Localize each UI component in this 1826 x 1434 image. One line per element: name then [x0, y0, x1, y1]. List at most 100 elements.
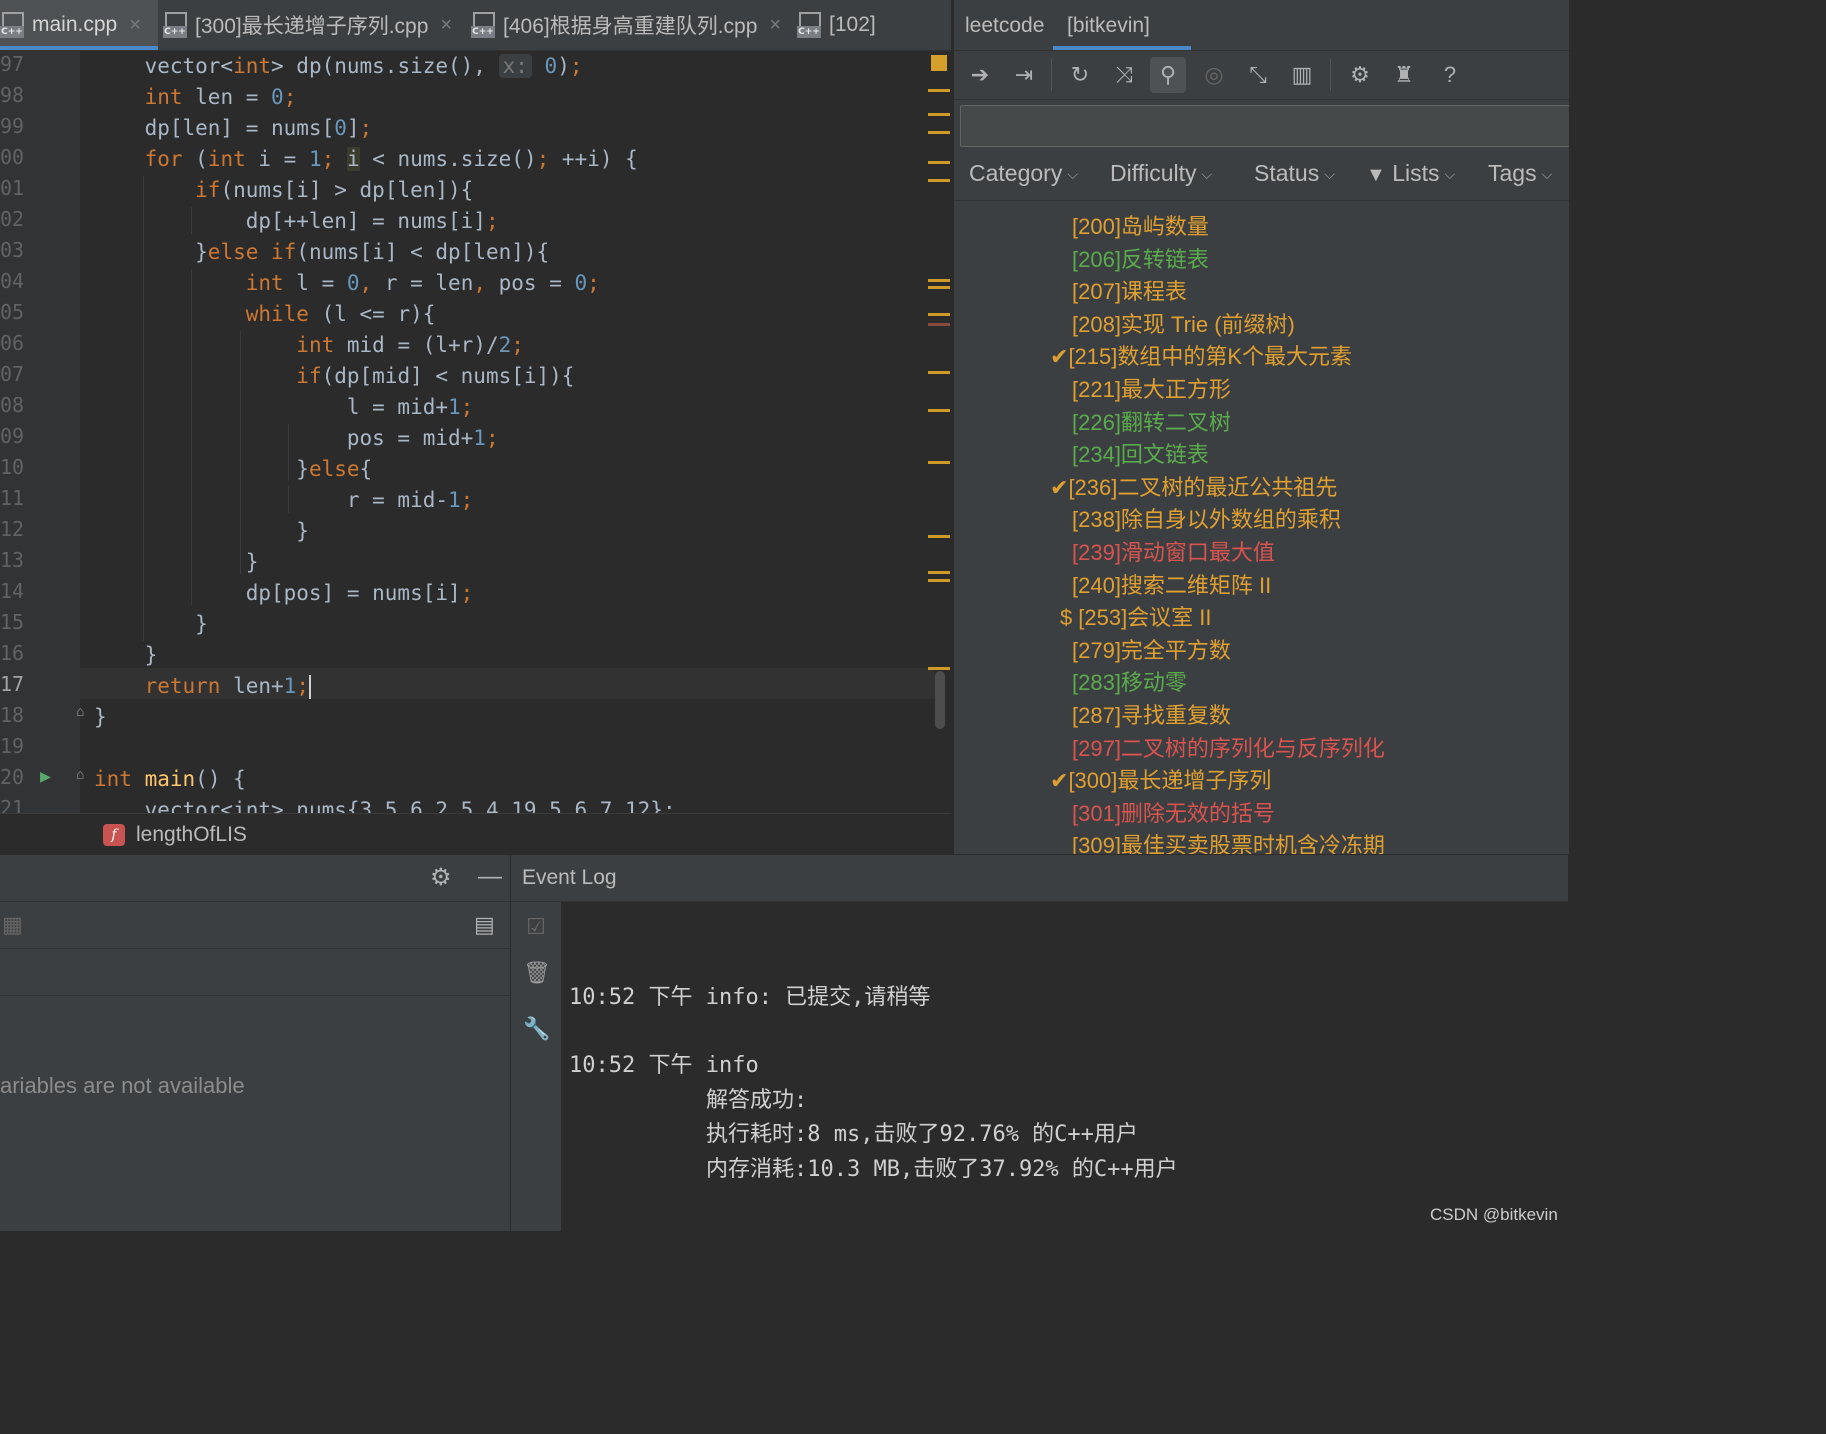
problem-item[interactable]: [309]最佳买卖股票时机含冷冻期: [1072, 828, 1385, 854]
problem-item[interactable]: [240]搜索二维矩阵 II: [1072, 568, 1271, 600]
line-number: 06: [0, 331, 25, 355]
problem-item[interactable]: [206]反转链表: [1072, 242, 1209, 274]
minimize-icon[interactable]: —: [478, 863, 502, 891]
problem-item[interactable]: [301]删除无效的括号: [1072, 796, 1275, 828]
line-number: 05: [0, 300, 25, 324]
problem-item[interactable]: [221]最大正方形: [1072, 372, 1231, 404]
problem-list[interactable]: [200]岛屿数量 [206]反转链表 [207]课程表 [208]实现 Trie (…: [954, 201, 1569, 854]
text-cursor: [308, 675, 311, 699]
code-line: dp[len] = nums[0];: [94, 116, 373, 140]
log-entry: 10:52 下午 info: 已提交,请稍等: [569, 985, 931, 1010]
close-icon[interactable]: ×: [440, 14, 452, 37]
problem-item[interactable]: [287]寻找重复数: [1072, 698, 1231, 730]
code-line: }: [94, 612, 208, 636]
problem-item[interactable]: [238]除自身以外数组的乘积: [1072, 502, 1341, 534]
run-icon[interactable]: ▶: [40, 766, 51, 787]
filter-lists[interactable]: ▼ Lists ⌵: [1366, 160, 1455, 187]
problem-search-input[interactable]: [960, 105, 1569, 147]
problem-item[interactable]: [283]移动零: [1072, 665, 1187, 697]
chevron-down-icon: ⌵: [1444, 166, 1456, 183]
chevron-down-icon: ⌵: [1324, 166, 1335, 183]
help-icon[interactable]: ?: [1432, 57, 1468, 93]
problem-item[interactable]: [208]实现 Trie (前缀树): [1072, 307, 1295, 339]
sign-out-icon[interactable]: ⇥: [1006, 57, 1042, 93]
variables-unavailable-message: ariables are not available: [0, 1073, 245, 1098]
gear-icon[interactable]: ⚙: [430, 863, 452, 892]
sign-in-icon[interactable]: ➔: [962, 57, 998, 93]
problem-item[interactable]: [226]翻转二叉树: [1072, 405, 1231, 437]
cpp-file-icon: C++: [163, 12, 187, 38]
line-number: 13: [0, 548, 25, 572]
problem-item[interactable]: ✔[215]数组中的第K个最大元素: [1050, 339, 1352, 371]
problem-title: [206]反转链表: [1072, 246, 1209, 272]
problem-item[interactable]: [207]课程表: [1072, 274, 1187, 306]
filter-label: Difficulty: [1110, 160, 1197, 186]
filter-status[interactable]: Status ⌵: [1254, 160, 1335, 187]
tab-main-cpp[interactable]: C++ main.cpp ×: [0, 0, 158, 50]
breadcrumb[interactable]: f lengthOfLIS: [0, 813, 951, 855]
problem-item[interactable]: ✔[300]最长递增子序列: [1050, 763, 1271, 795]
search-icon[interactable]: ⚲: [1150, 57, 1186, 93]
problem-item[interactable]: [234]回文链表: [1072, 437, 1209, 469]
locate-icon[interactable]: ◎: [1196, 57, 1232, 93]
filter-difficulty[interactable]: Difficulty ⌵: [1110, 160, 1212, 187]
watermark: CSDN @bitkevin: [1430, 1205, 1558, 1224]
shuffle-icon[interactable]: ⤨: [1106, 57, 1142, 93]
code-editor[interactable]: 97 98 99 00 01 02 03 04 05 06 07 08 09 1…: [0, 51, 951, 813]
fold-icon[interactable]: ⌂: [76, 767, 84, 783]
line-number: 97: [0, 52, 25, 76]
chart-icon[interactable]: ▥: [1284, 57, 1320, 93]
clean-icon[interactable]: ♜: [1386, 57, 1422, 93]
filter-label: Status: [1254, 160, 1320, 186]
mark-read-icon[interactable]: ☑: [523, 914, 549, 940]
tab-406[interactable]: C++ [406]根据身高重建队列.cpp ×: [471, 0, 781, 50]
code-line: int main() {: [94, 767, 246, 791]
wrench-icon[interactable]: 🔧: [523, 1016, 550, 1042]
filter-tags[interactable]: Tags ⌵: [1488, 160, 1552, 187]
line-number: 01: [0, 176, 25, 200]
error-stripe[interactable]: [925, 51, 951, 813]
fold-icon[interactable]: ⌂: [76, 704, 84, 720]
problem-title: [226]翻转二叉树: [1072, 409, 1231, 435]
code-line: int mid = (l+r)/2;: [296, 333, 524, 357]
log-entry: 10:52 下午 info: [569, 1053, 759, 1078]
cpp-file-icon: C++: [471, 12, 495, 38]
gear-icon[interactable]: ⚙: [1342, 57, 1378, 93]
problem-item[interactable]: ✔[236]二叉树的最近公共祖先: [1050, 470, 1337, 502]
tab-label: [102]: [829, 13, 876, 36]
problem-title: [301]删除无效的括号: [1072, 800, 1275, 826]
scrollbar-thumb[interactable]: [935, 671, 945, 729]
line-number: 16: [0, 641, 25, 665]
refresh-icon[interactable]: ↻: [1062, 57, 1098, 93]
code-line: return len+1;: [144, 674, 311, 699]
line-number: 02: [0, 207, 25, 231]
filter-category[interactable]: Category ⌵: [969, 160, 1078, 187]
close-icon[interactable]: ×: [769, 14, 781, 37]
code-line: }: [94, 550, 259, 574]
warning-indicator[interactable]: [931, 55, 947, 71]
tab-102[interactable]: C++ [102]: [797, 0, 876, 50]
breadcrumb-function[interactable]: lengthOfLIS: [136, 823, 247, 847]
table-icon[interactable]: ▦: [2, 912, 23, 938]
close-icon[interactable]: ×: [129, 14, 141, 37]
debugger-panel: ⚙ — ▦ ▤ ariables are not available: [0, 855, 511, 1231]
leetcode-toolbar: ➔ ⇥ ↻ ⤨ ⚲ ◎ ⤡ ▥ ⚙ ♜ ?: [954, 51, 1569, 100]
code-line: }: [94, 643, 158, 667]
problem-item[interactable]: [279]完全平方数: [1072, 633, 1231, 665]
log-entry: 解答成功:: [706, 1088, 808, 1113]
line-number: 11: [0, 486, 25, 510]
trash-icon[interactable]: 🗑: [523, 960, 551, 986]
tab-leetcode[interactable]: leetcode: [965, 0, 1044, 50]
editor-tab-bar: C++ main.cpp × C++ [300]最长递增子序列.cpp × C+…: [0, 0, 951, 51]
problem-item[interactable]: [297]二叉树的序列化与反序列化: [1072, 731, 1385, 763]
problem-item[interactable]: $ [253]会议室 II: [1060, 600, 1212, 632]
layout-icon[interactable]: ▤: [474, 912, 495, 938]
problem-item[interactable]: [200]岛屿数量: [1072, 209, 1209, 241]
collapse-icon[interactable]: ⤡: [1240, 57, 1276, 93]
tab-bitkevin[interactable]: [bitkevin]: [1053, 0, 1191, 50]
problem-item[interactable]: [239]滑动窗口最大值: [1072, 535, 1275, 567]
line-number: 99: [0, 114, 25, 138]
tab-300[interactable]: C++ [300]最长递增子序列.cpp ×: [163, 0, 452, 50]
line-number: 98: [0, 83, 25, 107]
code-line: if(dp[mid] < nums[i]){: [296, 364, 575, 388]
